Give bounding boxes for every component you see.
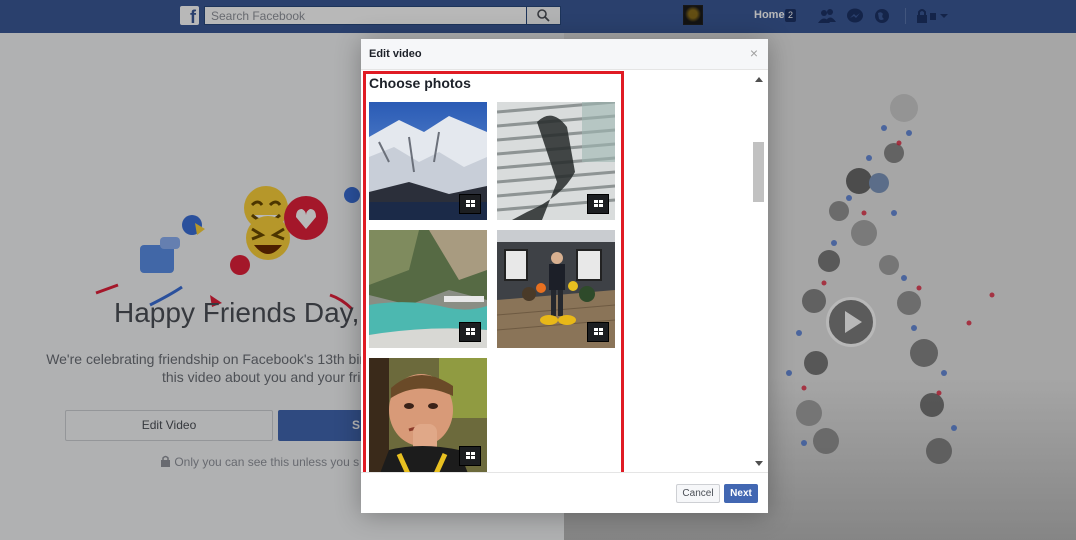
next-button[interactable]: Next bbox=[724, 484, 758, 503]
photo-blinds-shadow[interactable] bbox=[497, 102, 615, 220]
scroll-down-arrow[interactable] bbox=[755, 461, 763, 466]
cancel-button[interactable]: Cancel bbox=[676, 484, 720, 503]
grid-icon bbox=[594, 200, 603, 207]
scroll-up-arrow[interactable] bbox=[755, 77, 763, 82]
photo-snowy-mountain[interactable] bbox=[369, 102, 487, 220]
photo-select-toggle[interactable] bbox=[459, 194, 481, 214]
dialog-title: Edit video bbox=[369, 48, 422, 60]
grid-icon bbox=[594, 328, 603, 335]
photo-select-toggle[interactable] bbox=[459, 446, 481, 466]
photo-man-wooden-shoes[interactable] bbox=[497, 230, 615, 348]
photo-select-toggle[interactable] bbox=[587, 322, 609, 342]
grid-icon bbox=[466, 328, 475, 335]
photo-select-toggle[interactable] bbox=[459, 322, 481, 342]
section-title: Choose photos bbox=[369, 75, 471, 91]
photo-river-canyon[interactable] bbox=[369, 230, 487, 348]
grid-icon bbox=[466, 200, 475, 207]
close-icon[interactable]: × bbox=[750, 45, 758, 61]
dialog-header: Edit video × bbox=[361, 39, 768, 70]
photo-man-selfie[interactable] bbox=[369, 358, 487, 472]
scroll-thumb[interactable] bbox=[753, 142, 764, 202]
edit-video-dialog: Edit video × Choose photos Cancel Next bbox=[361, 39, 768, 513]
dialog-body: Choose photos bbox=[361, 71, 768, 472]
dialog-footer: Cancel Next bbox=[361, 472, 768, 513]
grid-icon bbox=[466, 452, 475, 459]
photo-select-toggle[interactable] bbox=[587, 194, 609, 214]
dialog-scrollbar[interactable] bbox=[751, 74, 768, 471]
